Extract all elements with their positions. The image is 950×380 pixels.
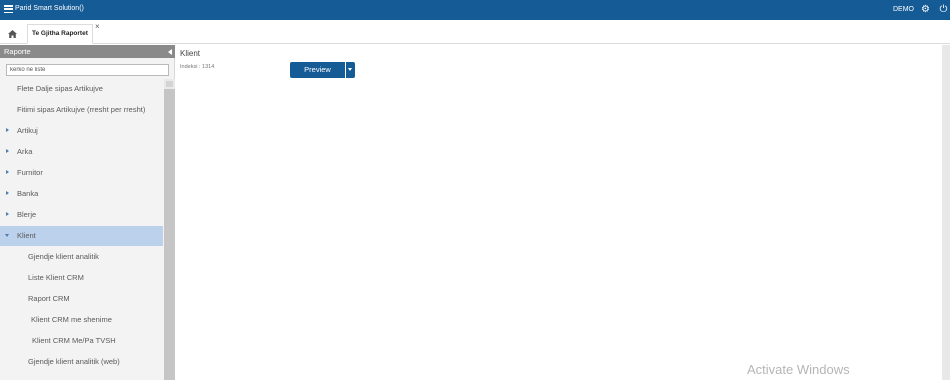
scroll-thumb[interactable] [164,89,175,380]
tree-item-blerje[interactable]: Blerje [0,205,163,225]
menu-icon[interactable] [4,5,13,14]
tree-item-label: Artikuj [17,126,38,135]
user-name[interactable]: DEMO [893,6,914,13]
tree-item-gjendje-klient-analitik[interactable]: Gjendje klient analitik [0,247,163,267]
tree-item-furnitor[interactable]: Furnitor [0,163,163,183]
sidebar-header: Raporte [0,45,175,58]
tree-item-raport-crm[interactable]: Raport CRM [0,289,163,309]
tree-item-flete-dalje[interactable]: Flete Dalje sipas Artikujve [0,79,163,99]
preview-dropdown-icon[interactable] [346,62,355,78]
scroll-up-icon[interactable] [166,81,173,87]
top-bar: Parid Smart Solution() DEMO ⚙ ⏻ [0,0,950,20]
report-index: Indeksi : 1314 [180,64,214,70]
expand-arrow-icon[interactable] [6,191,9,195]
tree-item-label: Liste Klient CRM [28,273,84,282]
preview-button[interactable]: Preview [290,62,345,78]
tree-item-label: Flete Dalje sipas Artikujve [17,84,103,93]
tree-item-gjendje-klient-web[interactable]: Gjendje klient analitik (web) [0,352,163,372]
report-title: Klient [180,49,201,58]
reports-sidebar: Raporte Flete Dalje sipas Artikujve Fiti… [0,45,175,380]
tree-item-klient-crm-tvsh[interactable]: Klient CRM Me/Pa TVSH [0,331,163,351]
tree-item-label: Klient CRM me shenime [31,315,112,324]
right-scrollbar[interactable] [942,45,950,380]
tree-item-fitimi[interactable]: Fitimi sipas Artikujve (rresht per rresh… [0,100,163,120]
search-input[interactable] [6,64,169,76]
collapse-arrow-icon[interactable] [5,234,9,237]
sidebar-title: Raporte [4,47,31,56]
tree-item-klient[interactable]: Klient [0,226,163,246]
tree-item-label: Furnitor [17,168,43,177]
tree-item-label: Gjendje klient analitik [28,252,99,261]
home-tab[interactable] [0,24,24,44]
tree-item-label: Banka [17,189,39,198]
tree-item-klient-crm-shenime[interactable]: Klient CRM me shenime [0,310,163,330]
tree-item-label: Blerje [17,210,37,219]
expand-arrow-icon[interactable] [6,170,9,174]
app-title: Parid Smart Solution() [15,5,84,12]
tree-item-label: Klient CRM Me/Pa TVSH [32,336,116,345]
activate-windows-watermark: Activate Windows [747,362,850,377]
tab-all-reports[interactable]: Te Gjitha Raportet [27,24,93,44]
tree-item-artikuj[interactable]: Artikuj [0,121,163,141]
expand-arrow-icon[interactable] [6,212,9,216]
collapse-sidebar-icon[interactable] [168,49,172,55]
tab-close-icon[interactable]: × [95,23,100,31]
settings-icon[interactable]: ⚙ [920,4,931,15]
index-value: 1314 [202,64,215,70]
tree-item-label: Raport CRM [28,294,70,303]
report-content: Klient Indeksi : 1314 Preview [176,45,942,380]
home-icon [7,30,17,38]
sidebar-scrollbar[interactable] [164,79,175,380]
index-label: Indeksi : [180,64,201,70]
tree-item-arka[interactable]: Arka [0,142,163,162]
expand-arrow-icon[interactable] [6,149,9,153]
tree-item-banka[interactable]: Banka [0,184,163,204]
tree-item-label: Gjendje klient analitik (web) [28,357,120,366]
tree-item-label: Klient [17,231,36,240]
tree-item-label: Fitimi sipas Artikujve (rresht per rresh… [17,105,146,114]
power-icon[interactable]: ⏻ [938,4,949,15]
tree-item-liste-klient-crm[interactable]: Liste Klient CRM [0,268,163,288]
tree-item-label: Arka [17,147,33,156]
tab-bar: Te Gjitha Raportet × [0,20,950,44]
expand-arrow-icon[interactable] [6,128,9,132]
